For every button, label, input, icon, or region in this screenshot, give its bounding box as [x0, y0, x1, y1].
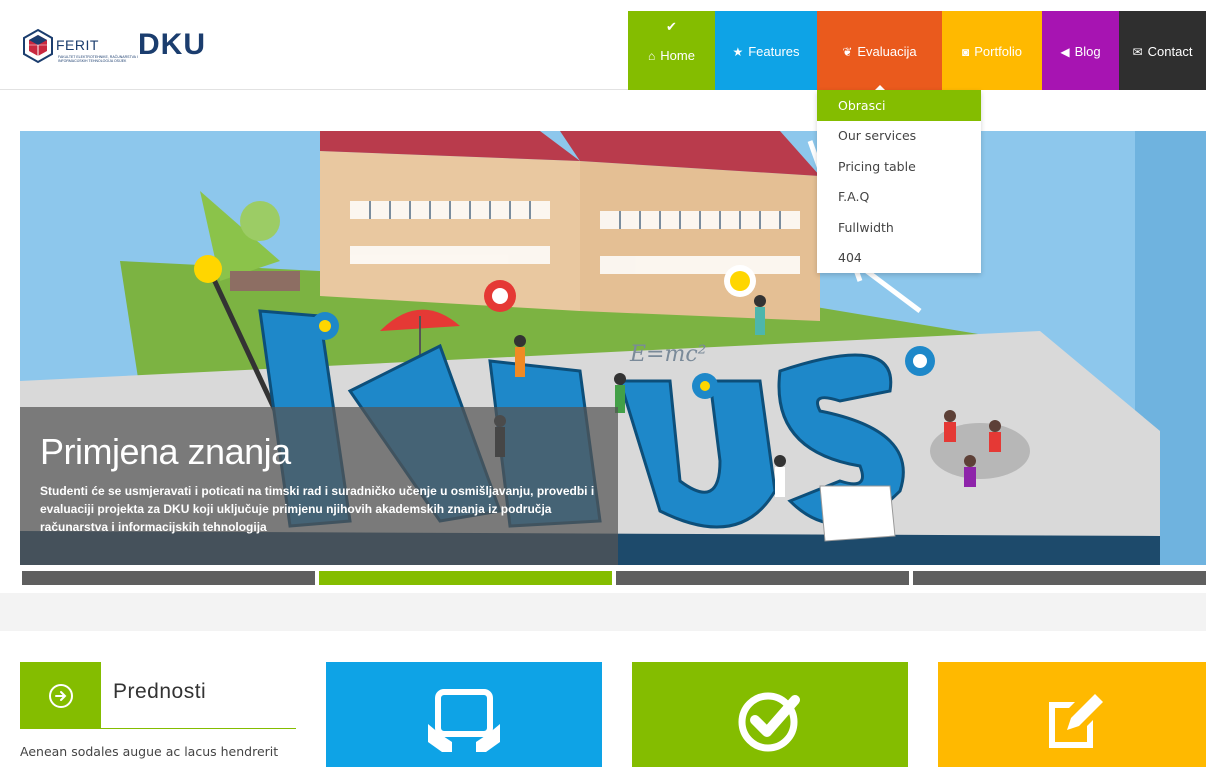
feature-box-check[interactable]	[632, 662, 908, 767]
nav-label-contact: Contact	[1147, 44, 1193, 59]
nav-item-portfolio[interactable]: ◙ Portfolio	[942, 11, 1042, 90]
nav-item-blog[interactable]: ◀ Blog	[1042, 11, 1119, 90]
prednosti-text: Aenean sodales augue ac lacus hendrerit	[20, 744, 279, 759]
nav-item-features[interactable]: ★ Features	[715, 11, 817, 90]
nav-item-evaluacija[interactable]: ❦ Evaluacija	[817, 11, 942, 91]
slider-pager-dot[interactable]	[913, 571, 1206, 585]
ferit-logo-icon	[23, 28, 53, 64]
home-icon: ⌂	[648, 48, 656, 63]
hero-slider[interactable]: E=mc² Primjena znanja Studenti će se usm…	[20, 131, 1206, 565]
dropdown-item-fullwidth[interactable]: Fullwidth	[817, 212, 981, 243]
nav-item-home[interactable]: ✔ ⌂ Home	[628, 11, 715, 90]
dropdown-item-404[interactable]: 404	[817, 243, 981, 274]
slider-pager	[22, 571, 1206, 585]
nav-label-evaluacija: Evaluacija	[857, 44, 917, 59]
nav-label-portfolio: Portfolio	[974, 44, 1022, 59]
camera-icon: ◙	[962, 44, 970, 59]
dropdown-item-faq[interactable]: F.A.Q	[817, 182, 981, 213]
prednosti-divider	[20, 728, 296, 729]
logo-ferit-text: FERIT	[56, 37, 99, 53]
evaluacija-dropdown: Obrasci Our services Pricing table F.A.Q…	[817, 90, 981, 273]
dropdown-item-pricing-table[interactable]: Pricing table	[817, 151, 981, 182]
feature-box-tablet[interactable]	[326, 662, 602, 767]
nav-label-home: Home	[660, 48, 695, 63]
nav-label-features: Features	[748, 44, 800, 59]
site-header: FERIT FAKULTET ELEKTROTEHNIKE, RAČUNARST…	[0, 0, 1206, 91]
star-icon: ★	[732, 44, 744, 59]
check-icon: ✔	[666, 19, 677, 34]
hero-formula: E=mc²	[629, 342, 707, 367]
dropdown-item-obrasci[interactable]: Obrasci	[817, 90, 981, 121]
slider-pager-dot[interactable]	[616, 571, 909, 585]
main-nav: ✔ ⌂ Home ★ Features ❦ Evaluacija ◙ Portf…	[628, 11, 1206, 91]
logo[interactable]: FERIT FAKULTET ELEKTROTEHNIKE, RAČUNARST…	[20, 28, 240, 68]
hero-title: Primjena znanja	[40, 431, 291, 472]
logo-dku-text: DKU	[138, 28, 206, 61]
tablet-icon	[428, 689, 500, 752]
prednosti-title: Prednosti	[113, 680, 207, 703]
prednosti-block: Prednosti Aenean sodales augue ac lacus …	[20, 662, 296, 767]
dropdown-item-our-services[interactable]: Our services	[817, 121, 981, 152]
section-divider	[0, 593, 1206, 631]
check-circle-icon	[738, 692, 800, 752]
nav-label-blog: Blog	[1074, 44, 1101, 59]
edit-icon	[1049, 694, 1103, 748]
hero-caption: Primjena znanja Studenti će se usmjerava…	[20, 407, 618, 565]
leaf-icon: ❦	[842, 44, 853, 59]
arrow-circle-icon[interactable]	[20, 662, 101, 729]
nav-item-contact[interactable]: ✉ Contact	[1119, 11, 1206, 90]
envelope-icon: ✉	[1132, 44, 1143, 59]
slider-pager-dot-active[interactable]	[319, 571, 612, 585]
megaphone-icon: ◀	[1060, 44, 1070, 59]
feature-box-edit[interactable]	[938, 662, 1206, 767]
hero-text: Studenti će se usmjeravati i poticati na…	[40, 484, 595, 534]
slider-pager-dot[interactable]	[22, 571, 315, 585]
